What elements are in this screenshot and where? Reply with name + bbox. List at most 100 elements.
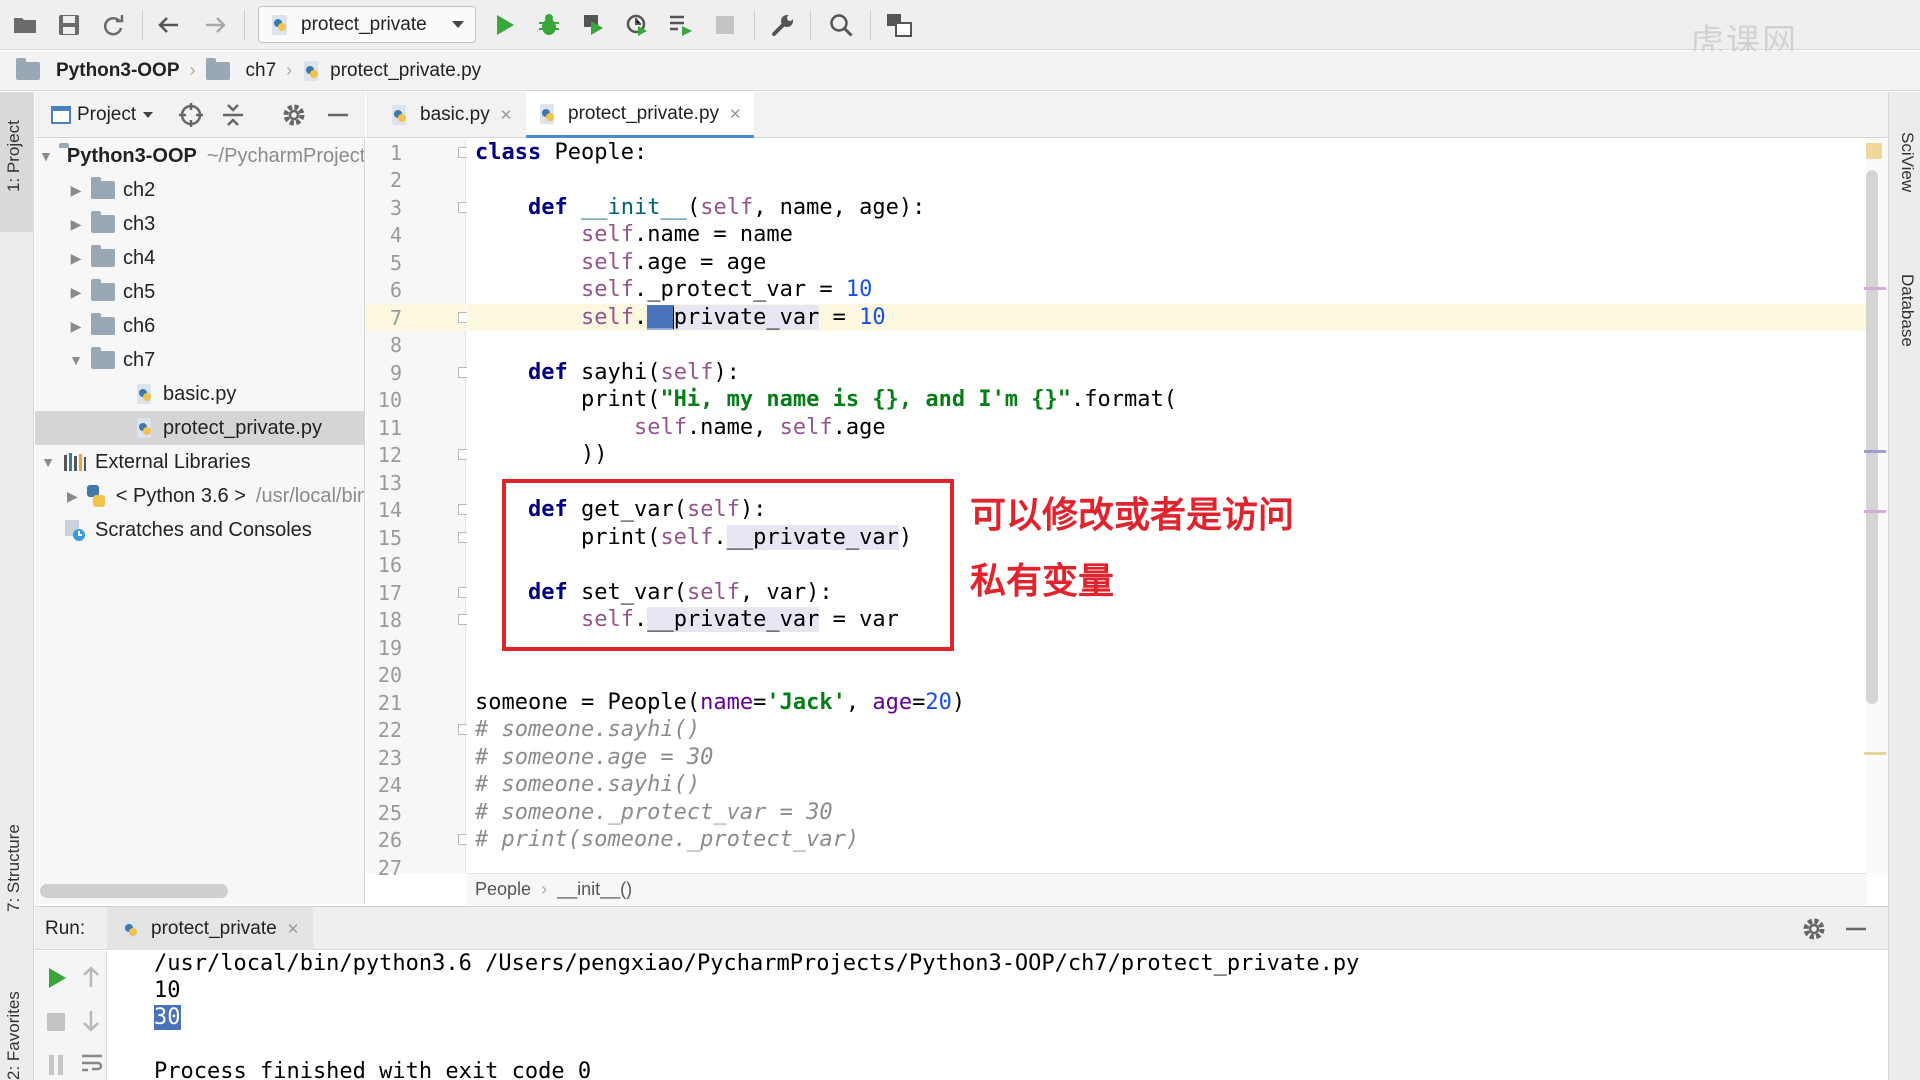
soft-wrap-icon[interactable]: [81, 1053, 103, 1075]
back-arrow-icon[interactable]: [152, 8, 186, 42]
minimize-icon[interactable]: [327, 102, 349, 128]
stop-icon[interactable]: [47, 1013, 65, 1031]
line-number: 21: [377, 691, 402, 715]
structure-tool-tab[interactable]: 7: Structure: [4, 824, 24, 912]
down-arrow-icon[interactable]: [81, 1009, 101, 1033]
collapsed-arrow-icon[interactable]: ▶: [67, 488, 78, 505]
line-number: 6: [389, 278, 402, 302]
wrench-icon[interactable]: [766, 8, 800, 42]
up-arrow-icon[interactable]: [81, 965, 101, 989]
code-line: # someone.age = 30: [475, 745, 714, 770]
tree-item-ch5[interactable]: ▶ ch5: [35, 275, 364, 309]
rerun-icon[interactable]: [47, 967, 67, 989]
run-console[interactable]: /usr/local/bin/python3.6 /Users/pengxiao…: [108, 951, 1888, 1080]
tree-item-label: < Python 3.6 >: [115, 484, 246, 507]
line-number: 26: [377, 828, 402, 852]
project-tool-tab[interactable]: 1: Project: [4, 120, 24, 192]
line-number: 25: [377, 801, 402, 825]
tree-item-ch2[interactable]: ▶ ch2: [35, 173, 364, 207]
crumb-folder[interactable]: ch7: [205, 57, 277, 82]
breadcrumb-method[interactable]: __init__(): [557, 879, 632, 900]
tab-protect-private-py[interactable]: protect_private.py ✕: [526, 92, 754, 138]
folder-icon: [91, 313, 115, 335]
run-label: Run:: [45, 918, 86, 939]
left-tool-stripe: 1: Project 7: Structure 2: Favorites: [0, 92, 34, 1080]
pause-icon[interactable]: [47, 1055, 65, 1075]
console-line: 10: [154, 978, 181, 1003]
tree-item-project-root[interactable]: ▼ Python3-OOP ~/PycharmProjects/Python3-…: [35, 139, 364, 173]
project-panel-header: Project: [35, 92, 365, 138]
save-icon[interactable]: [52, 8, 86, 42]
tab-label: protect_private.py: [568, 102, 720, 124]
collapsed-arrow-icon[interactable]: ▶: [67, 284, 85, 301]
crumb-folder-label: ch7: [245, 59, 277, 81]
code-line: self.name = name: [580, 222, 793, 247]
tab-basic-py[interactable]: basic.py ✕: [378, 92, 524, 138]
run-tab[interactable]: protect_private ✕: [107, 907, 314, 950]
folder-icon: [16, 57, 40, 80]
horizontal-scrollbar[interactable]: [40, 884, 228, 898]
close-icon[interactable]: ✕: [287, 920, 300, 938]
run-concurrency-icon[interactable]: [664, 8, 698, 42]
stop-icon[interactable]: [708, 8, 742, 42]
code-line: print("Hi, my name is {}, and I'm {}".fo…: [475, 387, 1178, 412]
project-tree: ▼ Python3-OOP ~/PycharmProjects/Python3-…: [35, 139, 365, 904]
breadcrumb-class[interactable]: People: [475, 879, 531, 900]
tree-item-label: ch6: [123, 314, 156, 337]
translate-icon[interactable]: [882, 8, 916, 42]
collapsed-arrow-icon[interactable]: ▶: [67, 216, 85, 233]
code-line: # someone.sayhi(): [475, 717, 701, 742]
tree-item-ch6[interactable]: ▶ ch6: [35, 309, 364, 343]
close-icon[interactable]: ✕: [729, 105, 742, 123]
tree-item-basic-py[interactable]: basic.py: [35, 377, 364, 411]
sciview-tool-tab[interactable]: SciView: [1897, 132, 1917, 192]
close-icon[interactable]: ✕: [500, 106, 513, 124]
minimize-icon[interactable]: [1845, 916, 1867, 942]
error-stripe-marker[interactable]: [1864, 450, 1886, 453]
tree-item-scratches[interactable]: Scratches and Consoles: [35, 513, 364, 547]
code-line: class People:: [475, 140, 648, 165]
gear-icon[interactable]: [281, 102, 307, 128]
line-number: 5: [389, 251, 402, 275]
crumb-file[interactable]: protect_private.py: [302, 60, 481, 82]
inspection-status-icon[interactable]: [1866, 143, 1882, 159]
line-number: 27: [377, 856, 402, 880]
profile-icon[interactable]: [620, 8, 654, 42]
vertical-scrollbar[interactable]: [1866, 170, 1878, 704]
python-file-icon: [390, 104, 410, 126]
tree-item-ch3[interactable]: ▶ ch3: [35, 207, 364, 241]
debug-icon[interactable]: [532, 8, 566, 42]
error-stripe-marker[interactable]: [1864, 752, 1886, 755]
error-stripe-marker[interactable]: [1864, 510, 1886, 513]
expanded-arrow-icon[interactable]: ▼: [67, 352, 85, 368]
sync-icon[interactable]: [96, 8, 130, 42]
error-stripe-marker[interactable]: [1864, 287, 1886, 290]
expanded-arrow-icon[interactable]: ▼: [39, 454, 57, 470]
tree-item-label: ch2: [123, 178, 156, 201]
tree-item-protect-private-py[interactable]: protect_private.py: [35, 411, 364, 445]
search-icon[interactable]: [824, 8, 858, 42]
project-view-select[interactable]: Project: [51, 104, 154, 126]
favorites-tool-tab[interactable]: 2: Favorites: [4, 991, 24, 1080]
database-tool-tab[interactable]: Database: [1897, 274, 1917, 347]
tree-item-ch7[interactable]: ▼ ch7: [35, 343, 364, 377]
line-number: 24: [377, 773, 402, 797]
right-tool-stripe: SciView Database: [1888, 92, 1920, 1080]
collapsed-arrow-icon[interactable]: ▶: [67, 182, 85, 199]
tree-item-python-sdk[interactable]: ▶ < Python 3.6 > /usr/local/bin/python3.…: [35, 479, 364, 513]
crumb-project[interactable]: Python3-OOP: [16, 57, 180, 82]
run-with-coverage-icon[interactable]: [576, 8, 610, 42]
locate-file-icon[interactable]: [178, 102, 204, 128]
expanded-arrow-icon[interactable]: ▼: [39, 148, 53, 164]
forward-arrow-icon[interactable]: [198, 8, 232, 42]
tree-item-external-libraries[interactable]: ▼ External Libraries: [35, 445, 364, 479]
tree-item-ch4[interactable]: ▶ ch4: [35, 241, 364, 275]
chevron-down-icon: [142, 111, 154, 119]
run-configuration-select[interactable]: protect_private: [258, 6, 476, 43]
run-icon[interactable]: [488, 8, 522, 42]
gear-icon[interactable]: [1801, 916, 1827, 942]
collapse-all-icon[interactable]: [221, 102, 245, 128]
collapsed-arrow-icon[interactable]: ▶: [67, 250, 85, 267]
collapsed-arrow-icon[interactable]: ▶: [67, 318, 85, 335]
open-folder-icon[interactable]: [8, 8, 42, 42]
